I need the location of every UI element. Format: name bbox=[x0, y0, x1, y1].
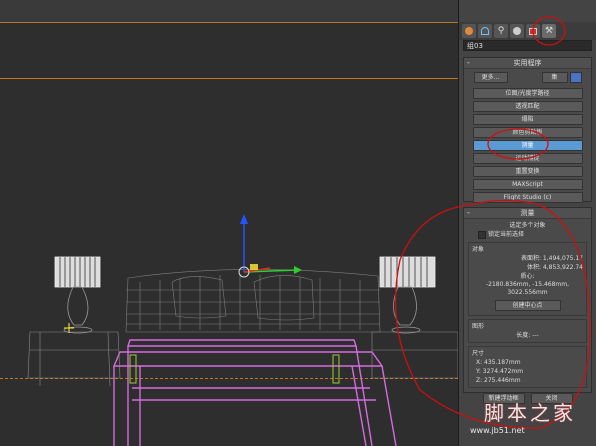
utility-measure-button[interactable]: 测量 bbox=[472, 140, 583, 151]
collapse-icon: - bbox=[467, 208, 470, 217]
utility-flight-studio-button[interactable]: Flight Studio (c) bbox=[472, 192, 583, 203]
utility-reset-xform-button[interactable]: 重置变换 bbox=[472, 166, 583, 177]
utility-motion-capture-button[interactable]: 运动捕捉 bbox=[472, 153, 583, 164]
center-of-mass-value: -2180.836mm, -15.468mm, 3022.556mm bbox=[485, 281, 570, 296]
viewport[interactable] bbox=[0, 0, 459, 446]
nightstand-left bbox=[27, 331, 121, 387]
hammer-icon: ⚒ bbox=[544, 26, 554, 36]
transform-gizmo bbox=[238, 214, 302, 278]
dimensions-group-label: 尺寸 bbox=[472, 350, 485, 357]
utilities-rollout-title: 实用程序 bbox=[513, 59, 542, 67]
utility-perspective-match-button[interactable]: 透视匹配 bbox=[472, 101, 583, 112]
selection-status: 选定多个对象 bbox=[509, 222, 546, 229]
center-of-mass-label: 质心: bbox=[520, 273, 535, 280]
object-name-field[interactable]: 组03 bbox=[463, 40, 592, 51]
sets-button[interactable]: 集 bbox=[541, 72, 568, 83]
nightstand-right bbox=[371, 331, 458, 379]
utility-maxscript-button[interactable]: MAXScript bbox=[472, 179, 583, 190]
display-tab[interactable] bbox=[526, 24, 540, 38]
sphere-icon bbox=[465, 27, 473, 35]
utility-collapse-button[interactable]: 塌陷 bbox=[472, 114, 583, 125]
dimension-x-value: X: 435.187mm bbox=[476, 359, 521, 366]
utilities-tab[interactable]: ⚒ bbox=[542, 24, 556, 38]
modify-tab[interactable] bbox=[478, 24, 492, 38]
length-value: 长度: --- bbox=[516, 332, 539, 339]
utilities-rollout: - 实用程序 更多... 集 位图/光度学路径 透视匹配 塌陷 颜色剪贴板 测量… bbox=[463, 57, 592, 203]
dimensions-group: 尺寸 X: 435.187mm Y: 3274.472mm Z: 275.446… bbox=[468, 346, 587, 388]
create-tab[interactable] bbox=[462, 24, 476, 38]
utility-color-clipboard-button[interactable]: 颜色剪贴板 bbox=[472, 127, 583, 138]
create-center-point-button[interactable]: 创建中心点 bbox=[494, 300, 561, 311]
volume-value: 体积: 4,853,922.74 bbox=[526, 264, 583, 271]
display-icon bbox=[529, 27, 537, 35]
scene-wireframe[interactable] bbox=[0, 0, 458, 446]
lamp-right bbox=[379, 256, 436, 334]
watermark-url: www.jb51.net bbox=[470, 426, 525, 435]
collapse-icon: - bbox=[467, 58, 470, 67]
configure-sets-icon[interactable] bbox=[569, 72, 582, 83]
bed-frame bbox=[112, 339, 397, 446]
objects-group-label: 对象 bbox=[472, 246, 485, 253]
motion-tab[interactable] bbox=[510, 24, 524, 38]
shapes-group-label: 图形 bbox=[472, 323, 485, 330]
dimension-y-value: Y: 3274.472mm bbox=[476, 368, 524, 375]
utility-bitmap-paths-button[interactable]: 位图/光度学路径 bbox=[472, 88, 583, 99]
shapes-group: 图形 长度: --- bbox=[468, 319, 587, 343]
measure-rollout: - 测量 选定多个对象 锁定当前选择 对象 表面积: 1,494,075.17 … bbox=[463, 207, 592, 404]
measure-rollout-header[interactable]: - 测量 bbox=[464, 208, 591, 219]
lock-selection-checkbox[interactable] bbox=[478, 230, 486, 239]
command-panel: ⚲ ⚒ 组03 - 实用程序 更多... 集 位图/光度学路径 透视匹配 塌陷 … bbox=[459, 0, 596, 446]
lamp-left bbox=[54, 256, 101, 334]
lock-selection-label: 锁定当前选择 bbox=[488, 231, 525, 238]
watermark-text: 脚本之家 bbox=[484, 401, 576, 425]
command-panel-tabs: ⚲ ⚒ bbox=[459, 22, 596, 40]
hierarchy-icon: ⚲ bbox=[497, 26, 505, 36]
more-button[interactable]: 更多... bbox=[473, 72, 508, 83]
surface-area-value: 表面积: 1,494,075.17 bbox=[520, 255, 583, 262]
hierarchy-tab[interactable]: ⚲ bbox=[494, 24, 508, 38]
objects-group: 对象 表面积: 1,494,075.17 体积: 4,853,922.74 质心… bbox=[468, 242, 587, 316]
dimension-z-value: Z: 275.446mm bbox=[476, 377, 521, 384]
motion-icon bbox=[513, 27, 521, 35]
measure-rollout-title: 测量 bbox=[520, 209, 535, 217]
curve-icon bbox=[481, 27, 489, 35]
bed-headboard bbox=[125, 269, 381, 333]
utilities-rollout-header[interactable]: - 实用程序 bbox=[464, 58, 591, 69]
bed-legs bbox=[129, 354, 340, 384]
